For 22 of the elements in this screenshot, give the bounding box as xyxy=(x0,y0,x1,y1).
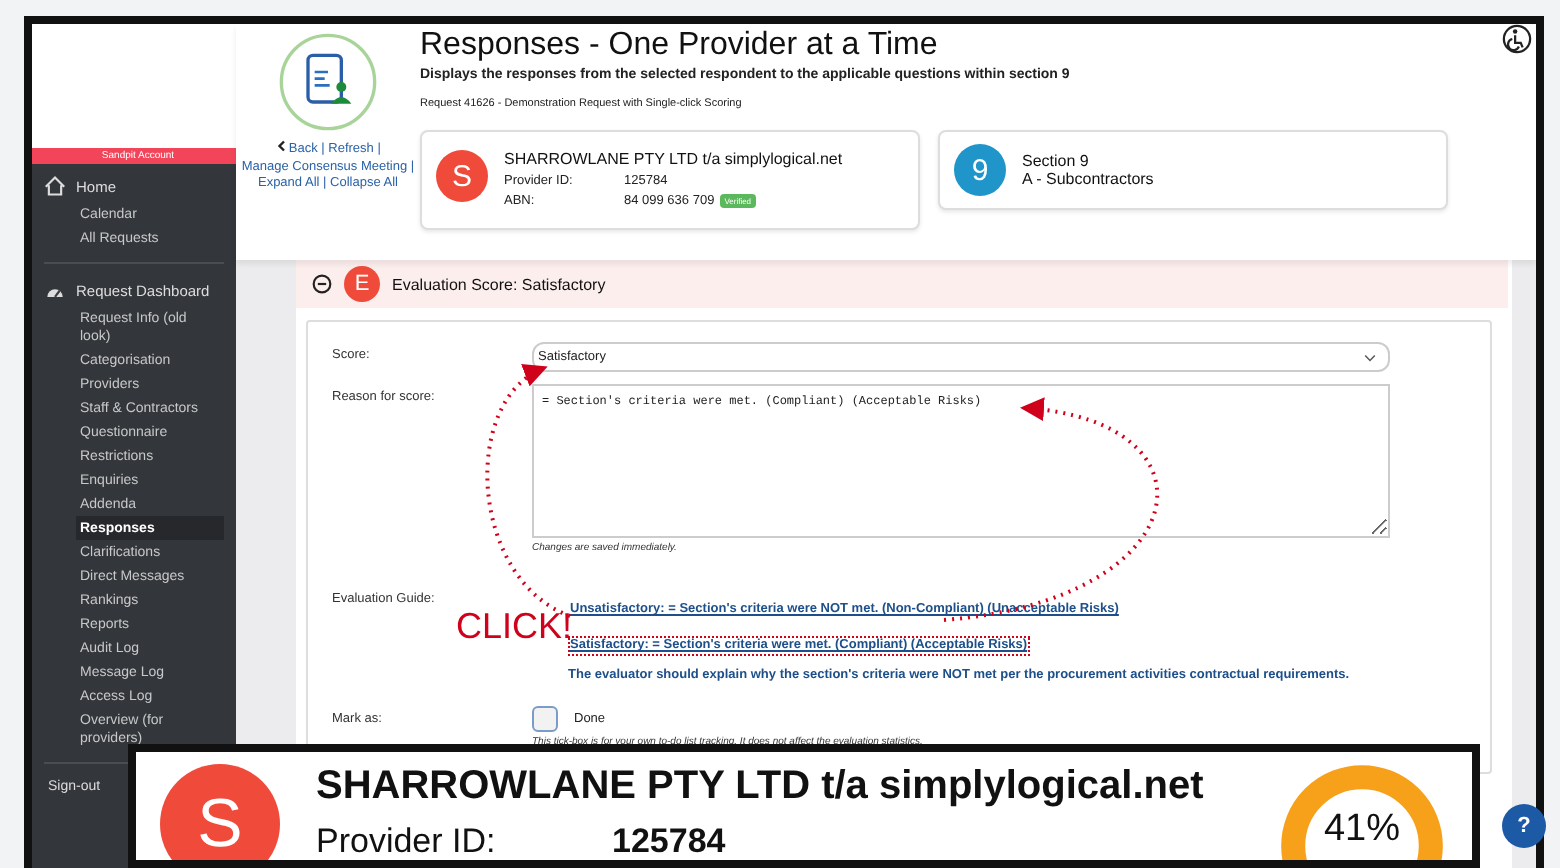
progress-percent: 41% xyxy=(1321,808,1403,852)
collapse-icon[interactable] xyxy=(312,274,332,294)
page-title: Responses - One Provider at a Time xyxy=(420,28,938,64)
evaluation-title: Evaluation Score: Satisfactory xyxy=(392,275,606,293)
click-annotation: CLICK! xyxy=(456,608,573,644)
section-number-badge: 9 xyxy=(954,144,1006,196)
provider-avatar: S xyxy=(436,150,488,202)
section-subtitle: A - Subcontractors xyxy=(1022,170,1154,188)
evaluation-badge: E xyxy=(344,266,380,302)
evaluation-header[interactable]: E Evaluation Score: Satisfactory xyxy=(296,260,1508,308)
done-checkbox[interactable] xyxy=(532,706,558,732)
section-title: Section 9 xyxy=(1022,152,1091,170)
provider-name: SHARROWLANE PTY LTD t/a simplylogical.net xyxy=(316,764,1206,810)
provider-id-value: 125784 xyxy=(612,822,726,860)
provider-avatar: S xyxy=(160,764,280,860)
provider-id-label: Provider ID: xyxy=(316,822,498,860)
chevron-down-icon xyxy=(1364,353,1376,361)
back-caret-icon[interactable] xyxy=(275,140,286,152)
document-person-logo-icon xyxy=(278,32,378,132)
home-icon xyxy=(44,176,66,196)
provider-name: SHARROWLANE PTY LTD t/a simplylogical.net xyxy=(504,150,843,168)
accessibility-icon[interactable] xyxy=(1502,24,1532,54)
